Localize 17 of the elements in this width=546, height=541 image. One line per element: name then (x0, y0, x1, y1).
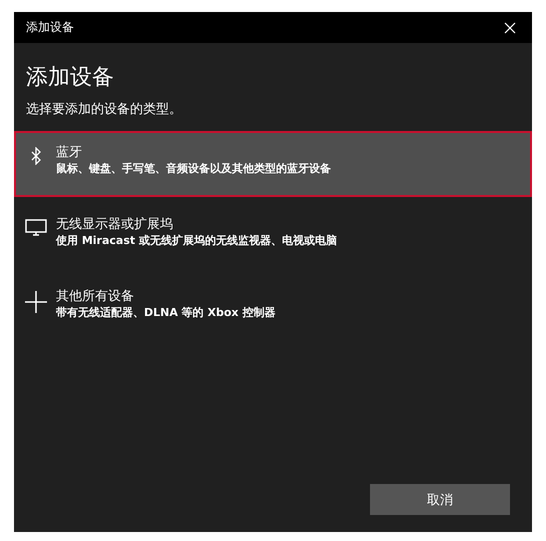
device-option[interactable]: 其他所有设备 带有无线适配器、DLNA 等的 Xbox 控制器 (14, 275, 532, 341)
dialog-heading: 添加设备 (26, 64, 115, 92)
option-description: 使用 Miracast 或无线扩展坞的无线监视器、电视或电脑 (56, 233, 337, 249)
device-option[interactable]: 无线显示器或扩展坞 使用 Miracast 或无线扩展坞的无线监视器、电视或电脑 (14, 203, 532, 269)
plus-icon (25, 291, 47, 313)
option-title: 蓝牙 (56, 144, 83, 161)
close-icon (504, 22, 516, 34)
option-description: 鼠标、键盘、手写笔、音频设备以及其他类型的蓝牙设备 (56, 161, 331, 177)
bluetooth-icon (30, 147, 42, 165)
dialog-subtitle: 选择要添加的设备的类型。 (26, 101, 183, 119)
option-title: 其他所有设备 (56, 288, 135, 305)
option-title: 无线显示器或扩展坞 (56, 216, 174, 233)
monitor-icon (25, 219, 47, 236)
device-option[interactable]: 蓝牙 鼠标、键盘、手写笔、音频设备以及其他类型的蓝牙设备 (14, 131, 532, 197)
cancel-button[interactable]: 取消 (370, 484, 510, 515)
window-title: 添加设备 (26, 19, 74, 36)
option-description: 带有无线适配器、DLNA 等的 Xbox 控制器 (56, 305, 276, 321)
